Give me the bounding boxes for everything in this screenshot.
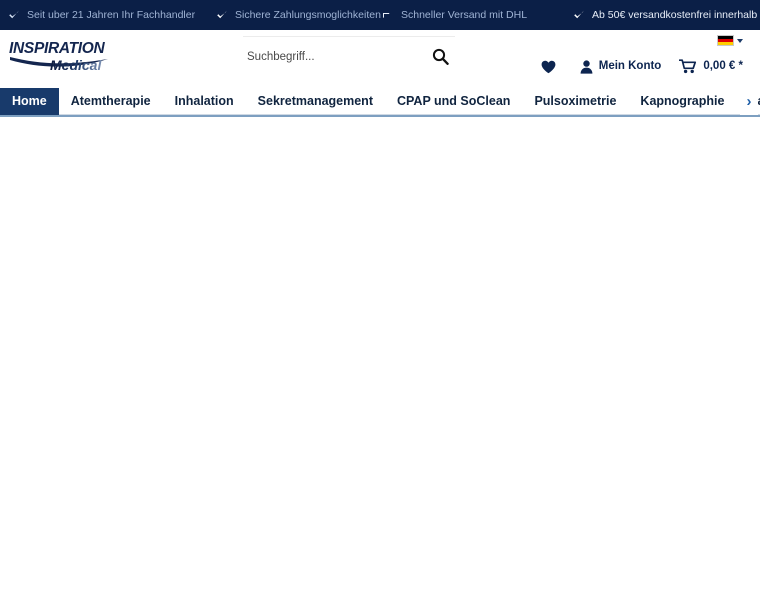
search-input[interactable] <box>243 41 425 72</box>
account-button[interactable]: Mein Konto <box>571 55 671 79</box>
search-button[interactable] <box>425 42 455 72</box>
top-info-item-4: Ab 50€ versandkostenfrei innerhalb DE <box>573 9 760 21</box>
account-label: Mein Konto <box>598 59 662 72</box>
de-flag-icon <box>717 35 734 46</box>
nav-list: Home Atemtherapie Inhalation Sekretmanag… <box>0 88 760 115</box>
nav-label: Kapnographie <box>640 94 725 109</box>
site-header: INSPIRATION Medical Suchbegriff... Mein … <box>0 30 760 88</box>
nav-item-pulsoximetrie[interactable]: Pulsoximetrie <box>522 88 628 115</box>
top-info-label-4: Ab 50€ versandkostenfrei innerhalb DE <box>592 8 760 21</box>
user-icon <box>580 59 593 74</box>
top-info-label-3: Schneller Versand mit DHL <box>401 8 528 21</box>
nav-item-sekretmanagement[interactable]: Sekretmanagement <box>246 88 385 115</box>
nav-item-atemtherapie[interactable]: Atemtherapie <box>59 88 163 115</box>
top-info-label-1: Seit uber 21 Jahren Ihr Fachhandler <box>27 8 196 21</box>
search-form <box>243 36 455 72</box>
nav-label: Inhalation <box>174 94 234 109</box>
nav-label: Home <box>12 94 47 109</box>
cart-button[interactable]: 0,00 € * <box>670 54 752 79</box>
main-navigation: Home Atemtherapie Inhalation Sekretmanag… <box>0 88 760 115</box>
nav-label: CPAP und SoClean <box>396 94 511 109</box>
nav-item-cpap-und-soclean[interactable]: CPAP und SoClean <box>385 88 522 115</box>
page-content <box>0 117 760 598</box>
nav-scroll-next-button[interactable]: › <box>740 88 758 115</box>
top-info-label-2: Sichere Zahlungsmoglichkeiten <box>235 8 381 21</box>
cart-amount: 0,00 € * <box>703 59 743 72</box>
truck-icon <box>382 9 394 21</box>
nav-item-home[interactable]: Home <box>0 88 59 115</box>
nav-label: Pulsoximetrie <box>534 94 617 109</box>
check-icon <box>216 9 228 21</box>
language-switcher[interactable] <box>717 35 743 46</box>
chevron-right-icon: › <box>746 93 752 110</box>
check-icon <box>573 9 585 21</box>
nav-item-inhalation[interactable]: Inhalation <box>163 88 246 115</box>
header-actions: Mein Konto 0,00 € * <box>532 54 752 79</box>
nav-label: Sekretmanagement <box>257 94 373 109</box>
svg-text:Medical: Medical <box>50 57 102 73</box>
search-icon <box>432 48 449 65</box>
check-icon <box>8 9 20 21</box>
site-logo[interactable]: INSPIRATION Medical <box>8 37 126 73</box>
top-info-item-2: Sichere Zahlungsmoglichkeiten <box>216 9 381 21</box>
top-info-bar: Seit uber 21 Jahren Ihr Fachhandler Sich… <box>0 0 760 30</box>
nav-item-kapnographie[interactable]: Kapnographie <box>628 88 736 115</box>
heart-icon <box>541 60 556 73</box>
nav-label: Atemtherapie <box>70 94 151 109</box>
wishlist-button[interactable] <box>532 55 571 79</box>
chevron-down-icon <box>737 38 743 43</box>
svg-text:INSPIRATION: INSPIRATION <box>9 40 106 57</box>
top-info-item-1: Seit uber 21 Jahren Ihr Fachhandler <box>8 9 195 21</box>
top-info-item-3: Schneller Versand mit DHL <box>382 9 527 21</box>
cart-icon <box>679 59 697 74</box>
